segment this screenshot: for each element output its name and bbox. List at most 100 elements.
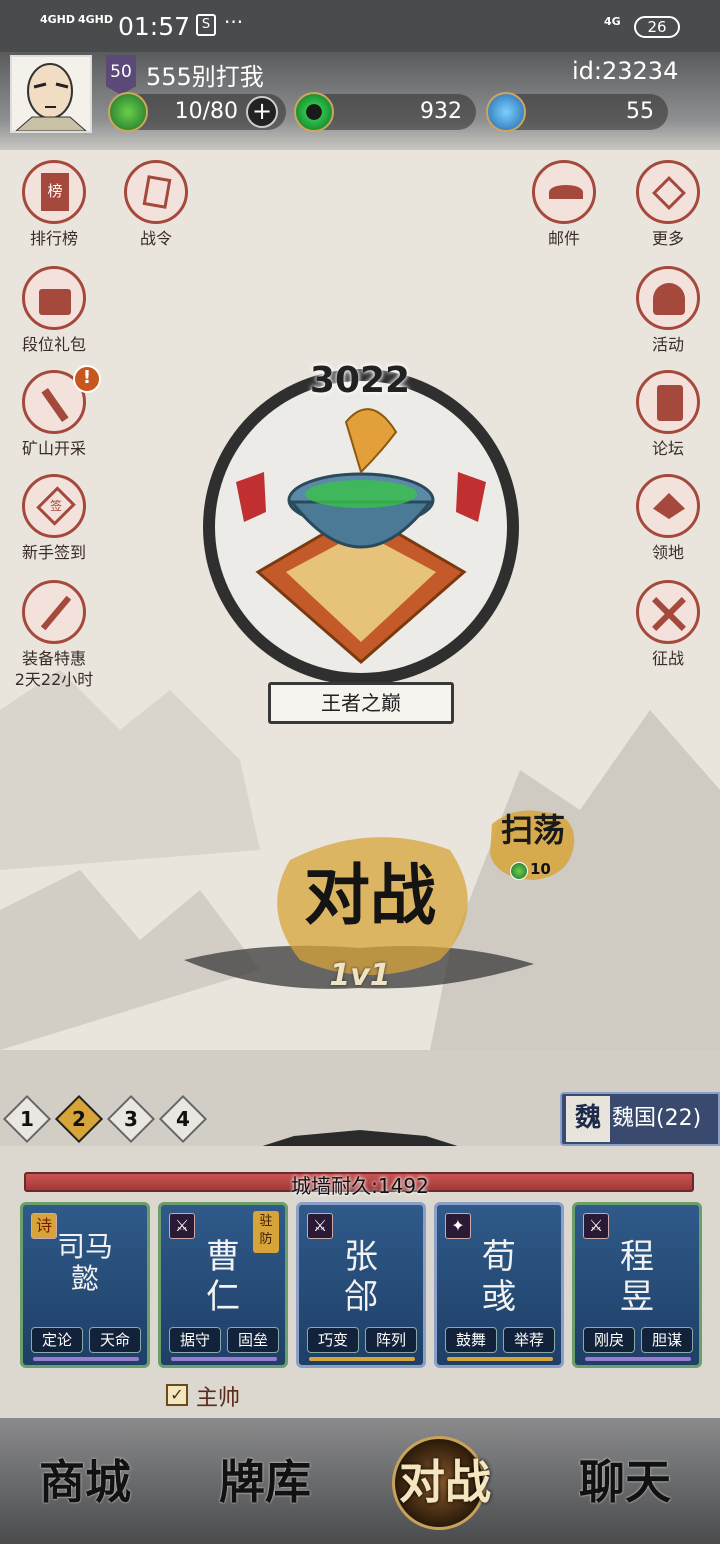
nation-seal-icon: 魏	[566, 1096, 610, 1142]
battle-button[interactable]: 对战	[260, 842, 480, 938]
card-progress-bar	[33, 1357, 139, 1361]
team-slot-number: 4	[176, 1107, 190, 1131]
skill-tag: 巧变	[307, 1327, 359, 1353]
nation-label: 魏国(22)	[612, 1106, 702, 1131]
general-name: 张 郃	[344, 1237, 378, 1317]
mail-icon	[532, 160, 596, 224]
mail-button[interactable]: 邮件	[518, 160, 610, 249]
tab-chat[interactable]: 聊天	[540, 1432, 710, 1532]
network-indicator: 4G	[604, 15, 621, 28]
card-progress-bar	[171, 1357, 277, 1361]
battle-pass-button[interactable]: 战令	[110, 160, 202, 249]
tab-battle[interactable]: 对战	[360, 1432, 530, 1532]
leaderboard-icon: 榜	[22, 160, 86, 224]
gift-bag-icon	[22, 266, 86, 330]
team-slot-number: 3	[124, 1107, 138, 1131]
general-card[interactable]: ✦ 荀 彧 鼓舞 举荐	[434, 1202, 564, 1368]
skill-tag: 阵列	[365, 1327, 417, 1353]
more-icon	[636, 160, 700, 224]
skill-tag: 固垒	[227, 1327, 279, 1353]
general-name: 荀 彧	[482, 1237, 516, 1317]
equipment-sale-label: 装备特惠	[21, 649, 86, 668]
sweep-cost: 10	[530, 860, 551, 878]
more-button[interactable]: 更多	[622, 160, 714, 249]
equipment-sale-icon	[22, 580, 86, 644]
skill-tag: 胆谋	[641, 1327, 693, 1353]
overflow-dots: ···	[224, 10, 244, 34]
jade-coin-icon	[294, 92, 334, 132]
lightning-icon	[510, 862, 528, 880]
general-name: 曹 仁	[206, 1237, 240, 1317]
rank-gift-button[interactable]: 段位礼包	[8, 266, 100, 355]
general-card[interactable]: 诗 司马 懿 定论 天命	[20, 1202, 150, 1368]
add-energy-button[interactable]: +	[246, 96, 278, 128]
rank-emblem[interactable]	[196, 362, 526, 692]
mining-label: 矿山开采	[21, 439, 86, 458]
player-avatar[interactable]	[10, 55, 92, 133]
player-id: id:23234	[572, 57, 679, 85]
battle-pass-label: 战令	[139, 229, 172, 248]
checkin-glyph: 签	[49, 498, 63, 513]
card-progress-bar	[309, 1357, 415, 1361]
skill-tag: 天命	[89, 1327, 141, 1353]
leaderboard-button[interactable]: 榜 排行榜	[8, 160, 100, 249]
status-bar: 4GHD 4GHD 01:57 S ··· 4G 26	[0, 0, 720, 52]
checkin-icon: 签	[22, 474, 86, 538]
gem-icon	[486, 92, 526, 132]
rank-name-plate: 王者之巅	[268, 682, 454, 724]
forum-label: 论坛	[651, 439, 684, 458]
battle-mode-label: 1v1	[329, 958, 391, 993]
notification-icon: S	[196, 14, 216, 36]
general-name: 程 昱	[620, 1237, 654, 1317]
skill-tag: 举荐	[503, 1327, 555, 1353]
tab-card-library[interactable]: 牌库	[180, 1432, 350, 1532]
battle-pass-icon	[124, 160, 188, 224]
conquest-label: 征战	[651, 649, 684, 668]
sword-icon: ⚔	[583, 1213, 609, 1239]
card-progress-bar	[447, 1357, 553, 1361]
team-slot-number: 2	[72, 1107, 86, 1131]
skill-tag: 定论	[31, 1327, 83, 1353]
tab-shop[interactable]: 商城	[0, 1432, 170, 1532]
clock: 01:57	[118, 12, 191, 41]
jade-value: 932	[420, 99, 462, 124]
wall-durability-label: 城墙耐久:1492	[291, 1174, 429, 1198]
territory-icon	[636, 474, 700, 538]
newbie-checkin-button[interactable]: 签 新手签到	[8, 474, 100, 563]
lightning-icon	[108, 92, 148, 132]
sale-countdown: 2天22小时	[14, 670, 94, 689]
activity-label: 活动	[651, 335, 684, 354]
skill-tag: 据守	[169, 1327, 221, 1353]
skill-tag: 鼓舞	[445, 1327, 497, 1353]
conquest-button[interactable]: 征战	[622, 580, 714, 669]
energy-value: 10/80	[174, 99, 238, 124]
mail-label: 邮件	[547, 229, 580, 248]
rank-gift-label: 段位礼包	[21, 335, 86, 354]
sweep-button[interactable]: 扫荡	[488, 812, 578, 848]
commander-label: 主帅	[196, 1386, 241, 1411]
card-progress-bar	[585, 1357, 691, 1361]
newbie-checkin-label: 新手签到	[21, 543, 86, 562]
signal-indicator: 4GHD	[40, 13, 76, 26]
equipment-sale-button[interactable]: 装备特惠 2天22小时	[8, 580, 100, 690]
general-card[interactable]: ⚔ 程 昱 刚戾 胆谋	[572, 1202, 702, 1368]
commander-checkbox[interactable]: ✓	[166, 1384, 188, 1406]
activity-button[interactable]: 活动	[622, 266, 714, 355]
territory-label: 领地	[651, 543, 684, 562]
avatar-portrait-icon	[15, 63, 87, 131]
player-name: 555别打我	[146, 63, 264, 91]
leaderboard-label: 排行榜	[29, 229, 78, 248]
general-name: 司马 懿	[56, 1230, 113, 1295]
territory-button[interactable]: 领地	[622, 474, 714, 563]
crossed-swords-icon	[636, 580, 700, 644]
team-slot-number: 1	[20, 1107, 34, 1131]
rank-name: 王者之巅	[321, 691, 401, 715]
general-card[interactable]: ⚔ 张 郃 巧变 阵列	[296, 1202, 426, 1368]
more-label: 更多	[651, 229, 684, 248]
signal-indicator: 4GHD	[78, 13, 114, 26]
feather-icon: ✦	[445, 1213, 471, 1239]
activity-icon	[636, 266, 700, 330]
sword-icon: ⚔	[307, 1213, 333, 1239]
general-card[interactable]: ⚔ 驻 防 曹 仁 据守 固垒	[158, 1202, 288, 1368]
rank-score: 3022	[309, 360, 411, 401]
